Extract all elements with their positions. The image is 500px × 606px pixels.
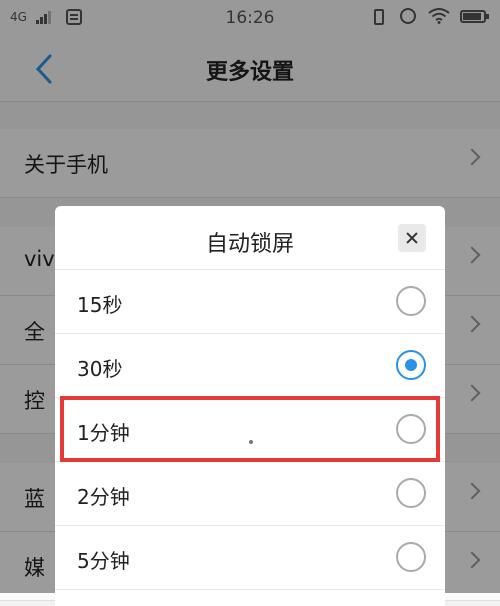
radio-button-selected[interactable] <box>396 350 426 380</box>
option-15s[interactable]: 15秒 <box>55 270 445 334</box>
option-5min[interactable]: 5分钟 <box>55 526 445 590</box>
radio-button[interactable] <box>396 478 426 508</box>
option-1min[interactable]: 1分钟 <box>55 398 445 462</box>
auto-lock-dialog: 自动锁屏 15秒 30秒 1分钟 2分钟 5分钟 <box>55 206 445 606</box>
close-icon[interactable] <box>398 224 426 252</box>
radio-button[interactable] <box>396 286 426 316</box>
option-label: 1分钟 <box>77 421 130 445</box>
option-label: 15秒 <box>77 293 123 317</box>
touch-indicator <box>249 440 253 444</box>
dialog-title: 自动锁屏 <box>205 232 294 257</box>
radio-button[interactable] <box>396 542 426 572</box>
radio-button[interactable] <box>396 414 426 444</box>
option-label: 5分钟 <box>77 549 130 573</box>
option-label: 2分钟 <box>77 485 130 509</box>
option-2min[interactable]: 2分钟 <box>55 462 445 526</box>
option-30s[interactable]: 30秒 <box>55 334 445 398</box>
option-label: 30秒 <box>77 357 123 381</box>
